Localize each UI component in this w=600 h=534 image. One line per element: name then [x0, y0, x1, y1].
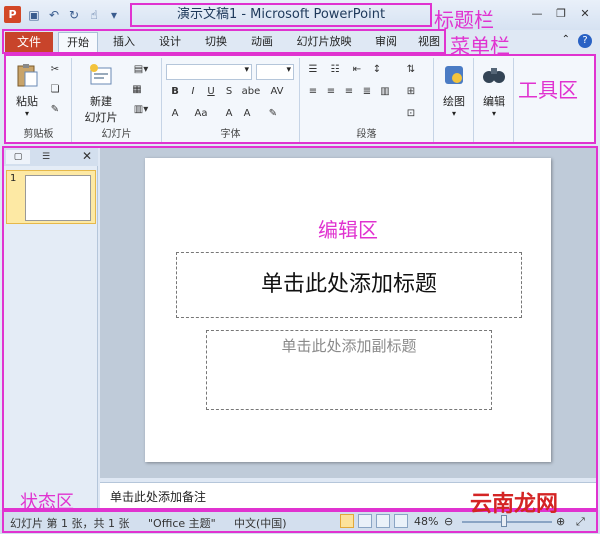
shrink-font-icon[interactable]: A — [240, 108, 254, 120]
change-case-icon[interactable]: Aa — [190, 108, 212, 120]
paste-dropdown-icon[interactable]: ▾ — [10, 109, 44, 118]
paste-icon — [17, 64, 38, 87]
new-slide-icon — [90, 64, 112, 85]
line-spacing-icon[interactable]: ↕ — [370, 64, 384, 76]
underline-icon[interactable]: U — [204, 86, 218, 98]
italic-icon[interactable]: I — [186, 86, 200, 98]
reset-icon[interactable]: ▦ — [130, 84, 144, 96]
layout-icon[interactable]: ▤▾ — [130, 64, 152, 76]
font-name-combo[interactable]: ▾ — [166, 64, 252, 80]
close-icon[interactable]: ✕ — [576, 6, 594, 22]
new-slide-label-2: 幻灯片 — [84, 111, 118, 124]
group-label-clipboard: 剪贴板 — [23, 129, 54, 140]
smartart-icon[interactable]: ⊡ — [404, 108, 418, 120]
group-clipboard: 粘贴 ▾ ✂ ❏ ✎ 剪贴板 — [6, 58, 72, 142]
bold-icon[interactable]: B — [168, 86, 182, 98]
shadow-icon[interactable]: S — [222, 86, 236, 98]
group-font: ▾ ▾ B I U S abe AV A Aa A A ✎ 字体 — [162, 58, 300, 142]
group-label-font: 字体 — [220, 129, 241, 140]
window-title: 演示文稿1 - Microsoft PowerPoint — [130, 3, 432, 27]
columns-icon[interactable]: ▥ — [378, 86, 392, 98]
text-direction-icon[interactable]: ⇅ — [404, 64, 418, 76]
drawing-button[interactable]: 绘图 ▾ — [438, 62, 470, 118]
group-paragraph: ☰ ☷ ⇤ ↕ ⇅ ≡ ≡ ≡ ≣ ▥ ⊞ ⊡ 段落 — [300, 58, 434, 142]
char-spacing-icon[interactable]: AV — [266, 86, 288, 98]
group-editing: 编辑 ▾ — [474, 58, 514, 142]
section-icon[interactable]: ▥▾ — [130, 104, 152, 116]
binoculars-icon — [483, 68, 505, 83]
group-label-slides: 幻灯片 — [101, 129, 132, 140]
drawing-label: 绘图 — [443, 95, 465, 108]
paste-label: 粘贴 — [16, 95, 38, 108]
align-left-icon[interactable]: ≡ — [306, 86, 320, 98]
redo-icon[interactable]: ↻ — [66, 7, 82, 23]
touch-mode-icon[interactable]: ☝ — [86, 7, 102, 23]
copy-icon[interactable]: ❏ — [48, 84, 62, 96]
editor-highlight — [2, 146, 598, 510]
ribbon: 粘贴 ▾ ✂ ❏ ✎ 剪贴板 新建 幻灯片 ▤▾ ▦ ▥▾ 幻灯片 ▾ ▾ B … — [4, 54, 596, 144]
editing-label: 编辑 — [483, 95, 505, 108]
strikethrough-icon[interactable]: abe — [240, 86, 262, 98]
ribbon-right-icons: ⌃ ? — [562, 34, 592, 48]
menu-bar-highlight — [2, 29, 446, 54]
font-size-combo[interactable]: ▾ — [256, 64, 294, 80]
font-color-icon[interactable]: A — [168, 108, 182, 120]
shapes-icon — [445, 66, 463, 84]
align-text-icon[interactable]: ⊞ — [404, 86, 418, 98]
clear-format-icon[interactable]: ✎ — [266, 108, 280, 120]
group-drawing: 绘图 ▾ — [434, 58, 474, 142]
align-right-icon[interactable]: ≡ — [342, 86, 356, 98]
window-controls: — ❐ ✕ — [528, 6, 594, 22]
format-painter-icon[interactable]: ✎ — [48, 104, 62, 116]
customize-qat-icon[interactable]: ▾ — [106, 7, 122, 23]
bullets-icon[interactable]: ☰ — [306, 64, 320, 76]
decrease-indent-icon[interactable]: ⇤ — [350, 64, 364, 76]
help-icon[interactable]: ? — [578, 34, 592, 48]
annotation-toolbar: 工具区 — [518, 78, 578, 102]
watermark-logo: 云南龙网 — [470, 492, 559, 517]
paste-button[interactable]: 粘贴 ▾ — [10, 62, 44, 118]
quick-access-toolbar: ▣ ↶ ↻ ☝ ▾ — [26, 6, 122, 24]
group-label-paragraph: 段落 — [356, 129, 377, 140]
powerpoint-app-icon[interactable]: P — [4, 6, 21, 23]
new-slide-label-1: 新建 — [90, 95, 112, 108]
numbering-icon[interactable]: ☷ — [328, 64, 342, 76]
justify-icon[interactable]: ≣ — [360, 86, 374, 98]
restore-icon[interactable]: ❐ — [552, 6, 570, 22]
undo-icon[interactable]: ↶ — [46, 7, 62, 23]
align-center-icon[interactable]: ≡ — [324, 86, 338, 98]
minimize-ribbon-icon[interactable]: ⌃ — [562, 34, 570, 48]
group-slides: 新建 幻灯片 ▤▾ ▦ ▥▾ 幻灯片 — [72, 58, 162, 142]
editing-button[interactable]: 编辑 ▾ — [478, 62, 510, 118]
save-icon[interactable]: ▣ — [26, 7, 42, 23]
minimize-icon[interactable]: — — [528, 6, 546, 22]
grow-font-icon[interactable]: A — [222, 108, 236, 120]
new-slide-button[interactable]: 新建 幻灯片 — [78, 62, 124, 125]
title-bar: P ▣ ↶ ↻ ☝ ▾ 演示文稿1 - Microsoft PowerPoint… — [0, 0, 600, 32]
annotation-status-bar: 状态区 — [20, 492, 74, 513]
cut-icon[interactable]: ✂ — [48, 64, 62, 76]
